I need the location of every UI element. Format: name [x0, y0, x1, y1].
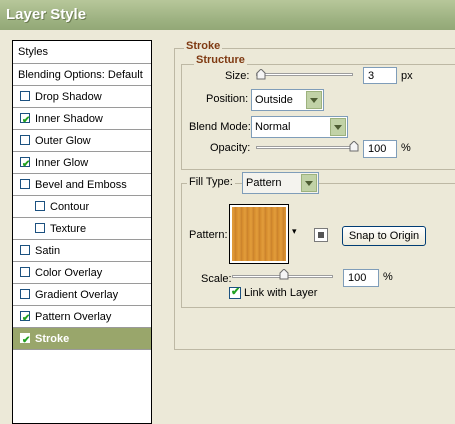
style-inner-shadow[interactable]: ✔ Inner Shadow [13, 108, 151, 130]
checkmark-icon: ✔ [22, 159, 31, 170]
size-slider-thumb[interactable] [256, 69, 266, 80]
chevron-down-icon[interactable] [301, 174, 317, 192]
scale-slider-thumb[interactable] [279, 269, 289, 280]
checkbox[interactable] [35, 201, 45, 211]
checkbox[interactable]: ✔ [20, 113, 30, 126]
opacity-input[interactable]: 100 [363, 140, 397, 158]
title-bar[interactable]: Layer Style [0, 0, 455, 30]
scale-input[interactable]: 100 [343, 269, 379, 287]
style-pattern-overlay[interactable]: ✔ Pattern Overlay [13, 306, 151, 328]
checkbox[interactable]: ✔ [20, 333, 30, 346]
checkmark-icon: ✔ [22, 115, 31, 126]
opacity-slider[interactable] [256, 146, 353, 149]
style-texture[interactable]: Texture [13, 218, 151, 240]
chevron-down-icon[interactable] [330, 118, 346, 136]
link-with-layer-checkbox[interactable]: ✔ [229, 286, 241, 299]
opacity-slider-thumb[interactable] [349, 141, 359, 152]
style-stroke[interactable]: ✔ Stroke [13, 328, 151, 350]
blending-options[interactable]: Blending Options: Default [13, 64, 151, 86]
window-title: Layer Style [6, 6, 87, 23]
checkbox[interactable] [20, 267, 30, 277]
fill-type-label: Fill Type: [187, 176, 235, 188]
size-label: Size: [225, 70, 250, 82]
checkbox[interactable] [20, 135, 30, 145]
opacity-label: Opacity: [210, 142, 251, 154]
style-contour[interactable]: Contour [13, 196, 151, 218]
scale-unit: % [383, 271, 393, 283]
position-select[interactable]: Outside [251, 89, 324, 111]
stroke-legend: Stroke [184, 40, 223, 52]
fill-type-select[interactable]: Pattern [242, 172, 319, 194]
style-color-overlay[interactable]: Color Overlay [13, 262, 151, 284]
size-input[interactable]: 3 [363, 67, 397, 84]
checkbox[interactable] [20, 289, 30, 299]
checkbox[interactable] [35, 223, 45, 233]
style-outer-glow[interactable]: Outer Glow [13, 130, 151, 152]
link-with-layer-label: Link with Layer [244, 287, 318, 299]
style-satin[interactable]: Satin [13, 240, 151, 262]
stroke-panel: Stroke Structure Size: 3 px Position: Ou… [170, 40, 455, 423]
style-inner-glow[interactable]: ✔ Inner Glow [13, 152, 151, 174]
checkbox[interactable]: ✔ [20, 157, 30, 170]
style-bevel-emboss[interactable]: Bevel and Emboss [13, 174, 151, 196]
checkmark-icon: ✔ [231, 286, 241, 298]
checkbox[interactable] [20, 179, 30, 189]
structure-legend: Structure [194, 54, 247, 66]
styles-list: Styles Blending Options: Default Drop Sh… [12, 40, 152, 424]
size-unit: px [401, 70, 413, 82]
checkmark-icon: ✔ [22, 335, 31, 346]
scale-label: Scale: [201, 273, 232, 285]
blend-mode-label: Blend Mode: [189, 121, 251, 133]
opacity-unit: % [401, 142, 411, 154]
chevron-down-icon[interactable] [306, 91, 322, 109]
blend-mode-select[interactable]: Normal [251, 116, 348, 138]
checkbox[interactable] [20, 91, 30, 101]
position-label: Position: [206, 93, 249, 105]
snap-to-origin-button[interactable]: Snap to Origin [342, 226, 426, 246]
pattern-swatch[interactable] [229, 204, 289, 264]
style-drop-shadow[interactable]: Drop Shadow [13, 86, 151, 108]
pattern-label: Pattern: [189, 229, 228, 241]
checkmark-icon: ✔ [22, 313, 31, 324]
size-slider[interactable] [256, 73, 353, 76]
styles-header[interactable]: Styles [13, 41, 151, 64]
style-gradient-overlay[interactable]: Gradient Overlay [13, 284, 151, 306]
checkbox[interactable]: ✔ [20, 311, 30, 324]
checkbox[interactable] [20, 245, 30, 255]
new-preset-icon[interactable] [314, 228, 328, 242]
pattern-dropdown-icon[interactable]: ▾ [292, 226, 297, 237]
